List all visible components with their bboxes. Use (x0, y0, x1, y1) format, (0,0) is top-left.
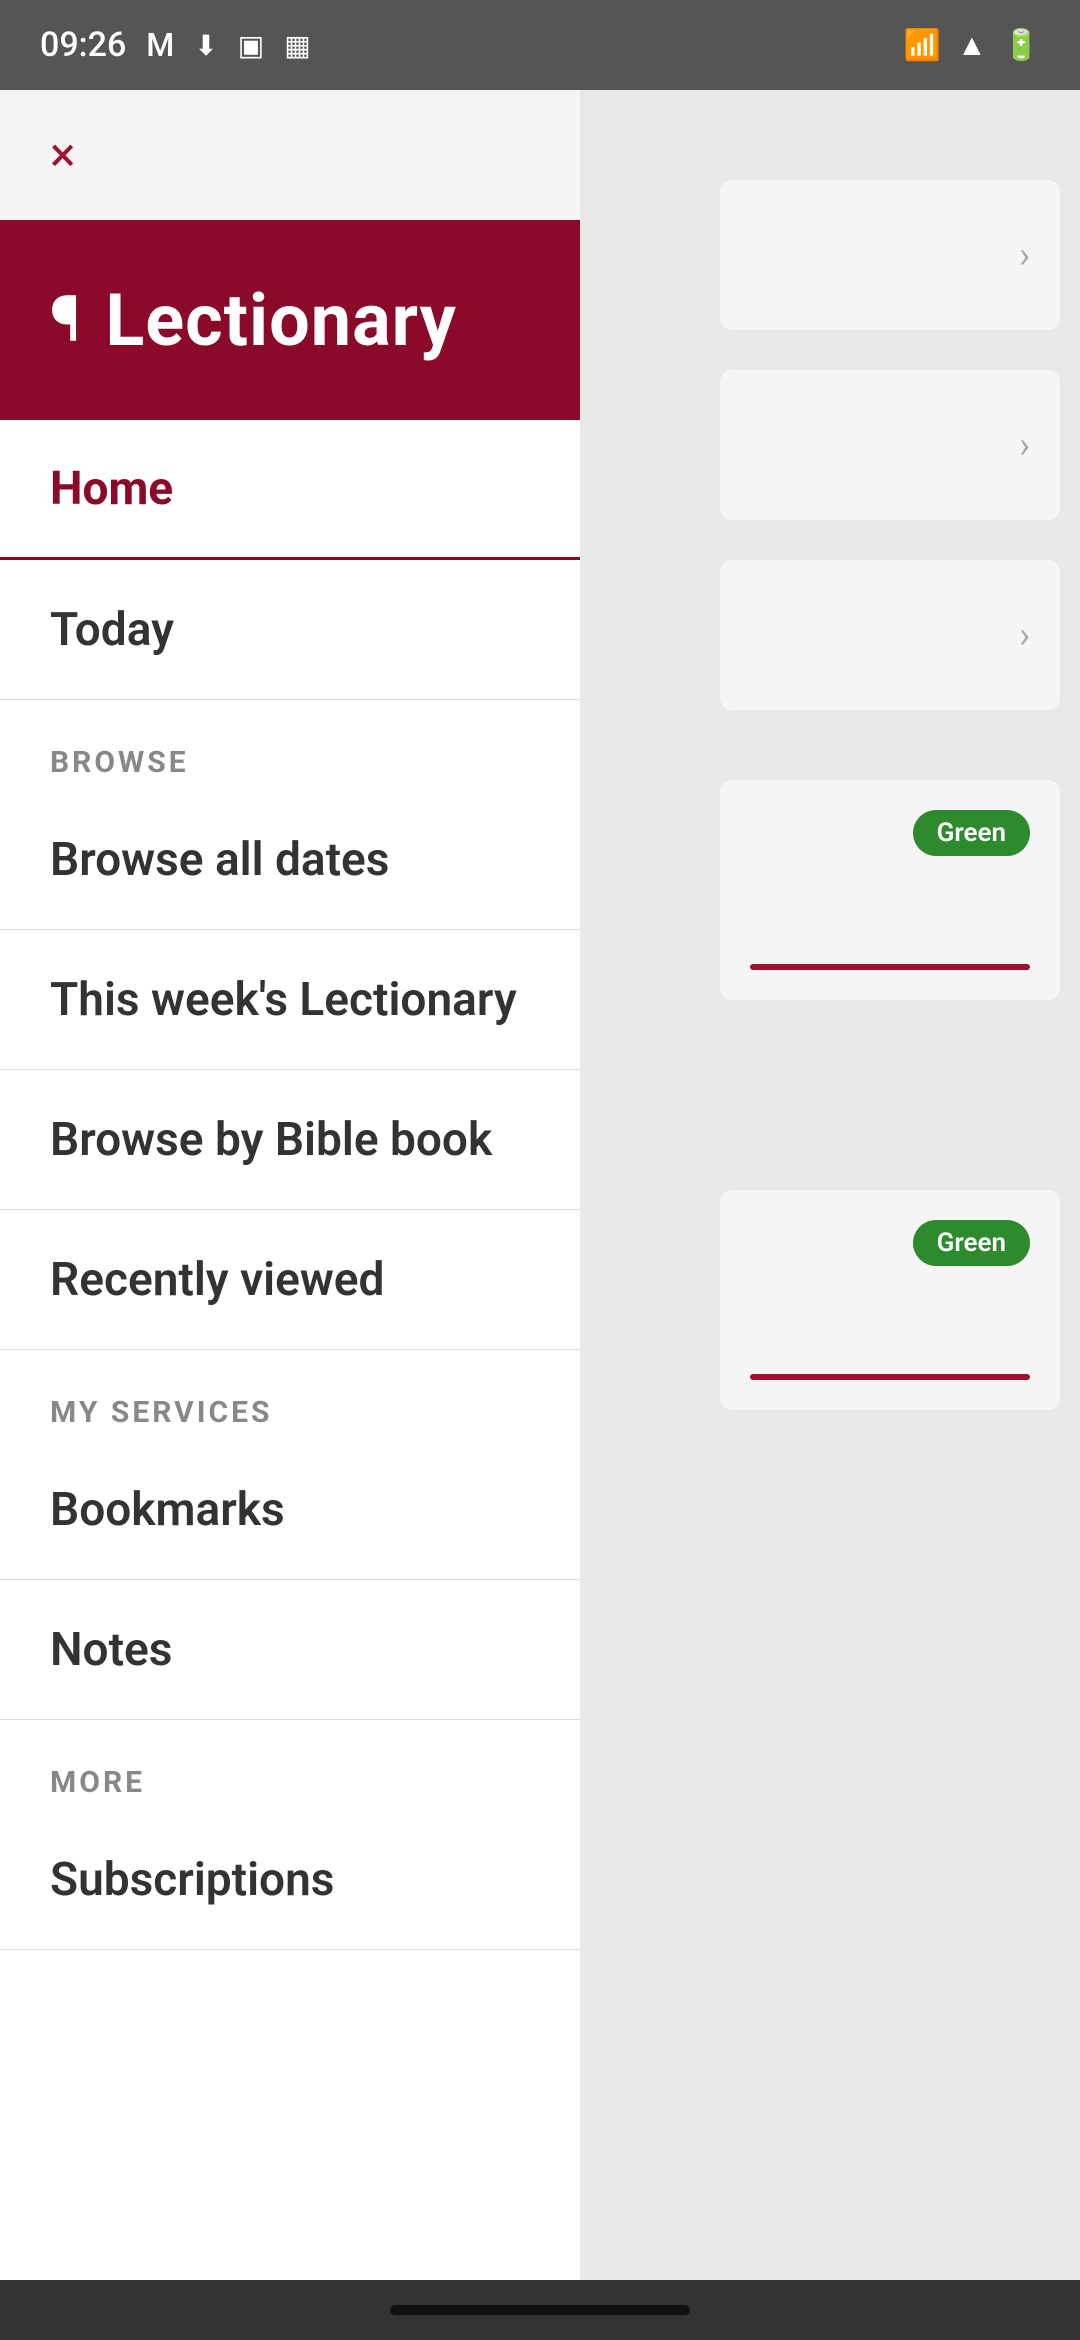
nav-label-browse-by-bible-book: Browse by Bible book (50, 1113, 492, 1167)
drawer-nav: Home Today BROWSE Browse all dates This … (0, 420, 580, 2340)
section-more-label: MORE (50, 1765, 145, 1800)
nav-label-bookmarks: Bookmarks (50, 1483, 285, 1537)
red-line-2 (750, 1374, 1030, 1380)
red-line-1 (750, 964, 1030, 970)
close-button[interactable]: × (50, 131, 76, 179)
nav-item-home[interactable]: Home (0, 420, 580, 560)
nav-item-subscriptions[interactable]: Subscriptions (0, 1810, 580, 1950)
nav-item-browse-by-bible-book[interactable]: Browse by Bible book (0, 1070, 580, 1210)
section-my-services-label: MY SERVICES (50, 1395, 273, 1430)
nav-label-today: Today (50, 603, 174, 657)
section-my-services: MY SERVICES (0, 1350, 580, 1440)
section-browse: BROWSE (0, 700, 580, 790)
home-indicator[interactable] (390, 2305, 690, 2315)
nav-label-browse-all-dates: Browse all dates (50, 833, 389, 887)
nav-item-this-weeks-lectionary[interactable]: This week's Lectionary (0, 930, 580, 1070)
nav-label-notes: Notes (50, 1623, 172, 1677)
green-badge-2: Green (913, 1220, 1030, 1266)
status-time: 09:26 (40, 25, 126, 65)
status-bar-right: 📶 ▲ 🔋 (904, 28, 1040, 63)
nav-label-home: Home (50, 462, 173, 516)
green-badge-1: Green (913, 810, 1030, 856)
chevron-icon-1: › (1019, 234, 1030, 276)
chevron-icon-3: › (1019, 614, 1030, 656)
chevron-icon-2: › (1019, 424, 1030, 466)
pilcrow-icon: ¶ (50, 288, 81, 352)
bg-card-green-1: Green (720, 780, 1060, 1000)
nav-item-notes[interactable]: Notes (0, 1580, 580, 1720)
bg-card-3: › (720, 560, 1060, 710)
nav-label-this-weeks-lectionary: This week's Lectionary (50, 973, 517, 1027)
nav-item-recently-viewed[interactable]: Recently viewed (0, 1210, 580, 1350)
nav-item-today[interactable]: Today (0, 560, 580, 700)
download-icon: ⬇ (194, 29, 217, 62)
gmail-icon: M (146, 26, 174, 64)
drawer-header: ¶ Lectionary (0, 220, 580, 420)
app-title: Lectionary (105, 278, 457, 363)
bg-card-2: › (720, 370, 1060, 520)
drawer-close-bar: × (0, 90, 580, 220)
bg-card-green-2: Green (720, 1190, 1060, 1410)
signal-icon: ▲ (957, 28, 987, 63)
nav-item-browse-all-dates[interactable]: Browse all dates (0, 790, 580, 930)
nav-item-bookmarks[interactable]: Bookmarks (0, 1440, 580, 1580)
bg-card-1: › (720, 180, 1060, 330)
section-browse-label: BROWSE (50, 745, 189, 780)
drawer: × ¶ Lectionary Home Today BROWSE Browse … (0, 90, 580, 2340)
bottom-bar (0, 2280, 1080, 2340)
nav-label-subscriptions: Subscriptions (50, 1853, 334, 1907)
section-more: MORE (0, 1720, 580, 1810)
wifi-icon: 📶 (904, 28, 941, 63)
calendar-icon: ▦ (284, 29, 310, 62)
nav-label-recently-viewed: Recently viewed (50, 1253, 384, 1307)
status-bar-left: 09:26 M ⬇ ▣ ▦ (40, 25, 311, 65)
wallet-icon: ▣ (238, 29, 264, 62)
status-bar: 09:26 M ⬇ ▣ ▦ 📶 ▲ 🔋 (0, 0, 1080, 90)
battery-icon: 🔋 (1003, 28, 1040, 63)
